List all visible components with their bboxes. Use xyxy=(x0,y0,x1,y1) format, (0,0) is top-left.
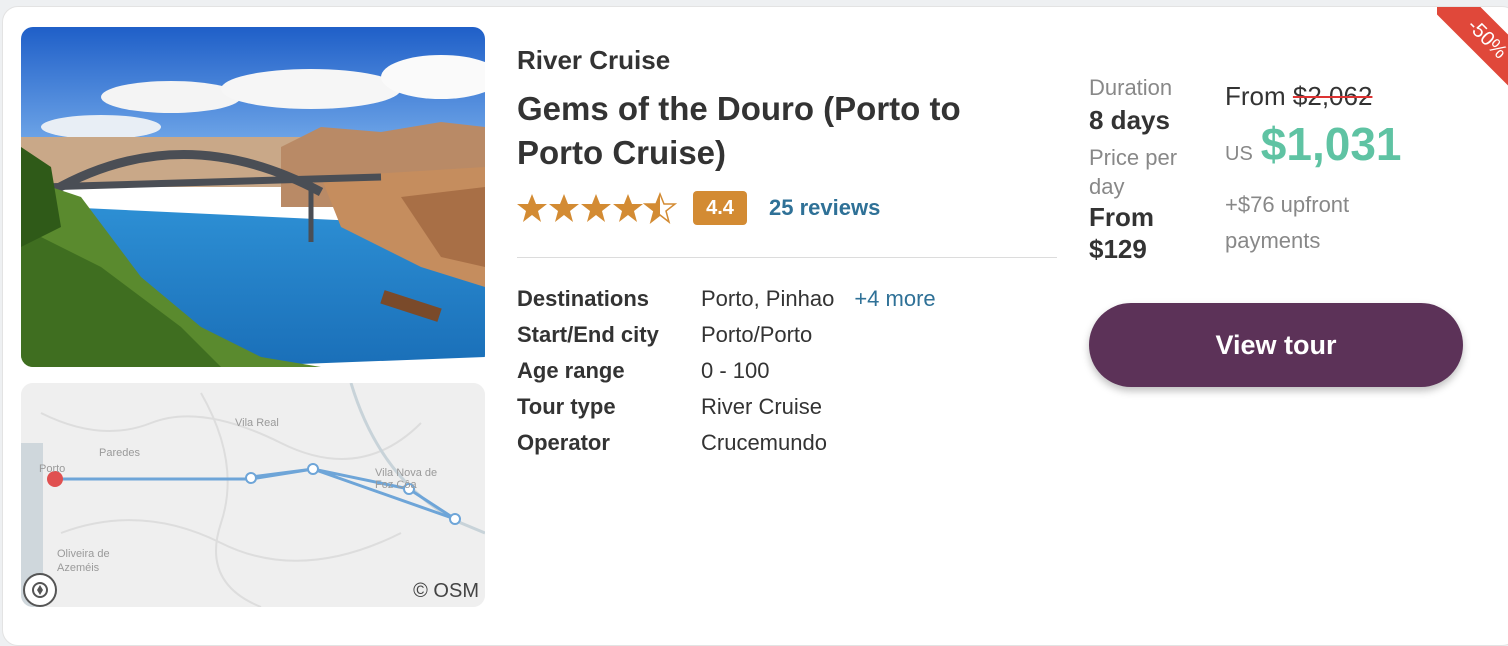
detail-label: Destinations xyxy=(517,286,650,311)
from-price-line: From $2,062 xyxy=(1225,81,1372,112)
view-tour-button[interactable]: View tour xyxy=(1089,303,1463,387)
detail-value: Crucemundo xyxy=(701,430,827,455)
tour-title[interactable]: Gems of the Douro (Porto to Porto Cruise… xyxy=(517,87,1037,175)
map-label-vila-real: Vila Real xyxy=(235,417,279,429)
duration-label: Duration xyxy=(1089,75,1173,100)
rating-stars xyxy=(517,192,677,224)
detail-value: River Cruise xyxy=(701,394,823,419)
detail-row-age-range: Age range 0 - 100 xyxy=(517,353,936,389)
discounted-price: $1,031 xyxy=(1260,118,1402,170)
map-label-oliveira: Oliveira de Azeméis xyxy=(57,548,110,574)
map-label-paredes: Paredes xyxy=(99,447,140,459)
discount-ribbon: -50% xyxy=(1437,7,1508,93)
detail-label: Start/End city xyxy=(517,322,659,347)
duration-value: 8 days xyxy=(1089,105,1170,135)
detail-label: Operator xyxy=(517,430,610,455)
detail-row-destinations: Destinations Porto, Pinhao +4 more xyxy=(517,281,936,317)
route-map[interactable]: Porto Paredes Vila Real Vila Nova de Foz… xyxy=(21,383,485,607)
rating-row: 4.4 25 reviews xyxy=(517,191,880,225)
detail-row-operator: Operator Crucemundo xyxy=(517,425,936,461)
divider xyxy=(517,257,1057,258)
reviews-link[interactable]: 25 reviews xyxy=(769,195,880,221)
douro-bridge-image xyxy=(21,27,485,367)
price-per-day-value: From $129 xyxy=(1089,202,1154,264)
upfront-payments: +$76 upfront payments xyxy=(1225,192,1350,253)
detail-label: Tour type xyxy=(517,394,616,419)
detail-label: Age range xyxy=(517,358,625,383)
discount-label: -50% xyxy=(1437,7,1508,93)
tour-card: Porto Paredes Vila Real Vila Nova de Foz… xyxy=(2,6,1508,646)
currency-label: US xyxy=(1225,143,1253,165)
tour-category: River Cruise xyxy=(517,45,671,75)
map-label-porto: Porto xyxy=(39,463,66,475)
detail-value: Porto, Pinhao xyxy=(701,286,835,311)
original-price: $2,062 xyxy=(1292,81,1373,111)
rating-badge: 4.4 xyxy=(693,191,747,225)
star-rating-icon xyxy=(517,193,676,223)
detail-value: 0 - 100 xyxy=(701,358,770,383)
osm-attribution[interactable]: © OSM xyxy=(413,580,479,603)
price-line: US $1,031 xyxy=(1225,117,1402,171)
price-per-day-label: Price per day xyxy=(1089,145,1178,199)
detail-value: Porto/Porto xyxy=(701,322,813,347)
more-destinations-link[interactable]: +4 more xyxy=(854,286,935,312)
detail-row-start-end: Start/End city Porto/Porto xyxy=(517,317,936,353)
from-label: From xyxy=(1225,81,1286,111)
tour-details: Destinations Porto, Pinhao +4 more Start… xyxy=(517,281,936,461)
detail-row-tour-type: Tour type River Cruise xyxy=(517,389,936,425)
compass-icon[interactable] xyxy=(23,573,57,607)
tour-photo[interactable] xyxy=(21,27,485,367)
map-label-vila-nova: Vila Nova de Foz Côa xyxy=(375,467,438,491)
